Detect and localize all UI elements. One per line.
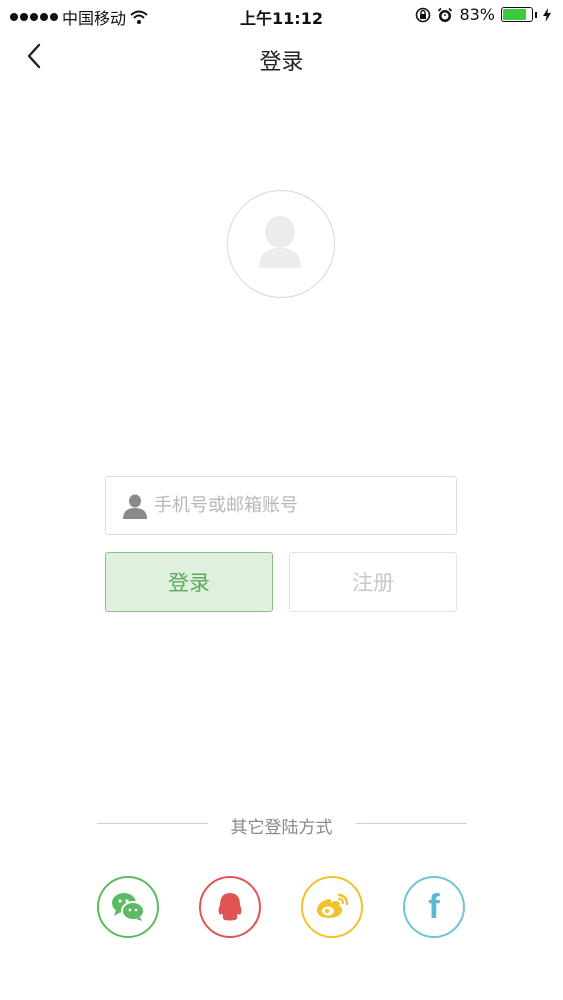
- rotation-lock-icon: [416, 7, 431, 22]
- page-title: 登录: [259, 50, 304, 75]
- avatar[interactable]: [227, 190, 335, 298]
- login-button[interactable]: 登录: [105, 552, 273, 612]
- other-login-label: 其它登陆方式: [230, 818, 333, 838]
- user-icon: [123, 494, 147, 519]
- weibo-icon: [316, 893, 349, 918]
- facebook-login-button[interactable]: f: [403, 876, 465, 938]
- divider-right: [356, 823, 467, 824]
- qq-icon: [218, 893, 242, 921]
- account-field[interactable]: [105, 476, 457, 535]
- wechat-login-button[interactable]: [97, 876, 159, 938]
- account-input[interactable]: [154, 477, 444, 534]
- alarm-icon: [438, 7, 453, 22]
- facebook-icon: f: [428, 888, 440, 926]
- battery-level: [503, 9, 526, 20]
- wechat-icon: [112, 893, 145, 921]
- battery-percent: 83%: [459, 5, 495, 24]
- charging-bolt-icon: [543, 7, 551, 22]
- battery-icon: [501, 7, 533, 22]
- status-bar: 中国移动 上午11:12 83%: [0, 0, 563, 30]
- qq-login-button[interactable]: [199, 876, 261, 938]
- battery-cap: [535, 11, 537, 18]
- avatar-placeholder-icon: [258, 215, 301, 268]
- register-button[interactable]: 注册: [289, 552, 457, 612]
- weibo-login-button[interactable]: [301, 876, 363, 938]
- status-right: 83%: [415, 5, 551, 24]
